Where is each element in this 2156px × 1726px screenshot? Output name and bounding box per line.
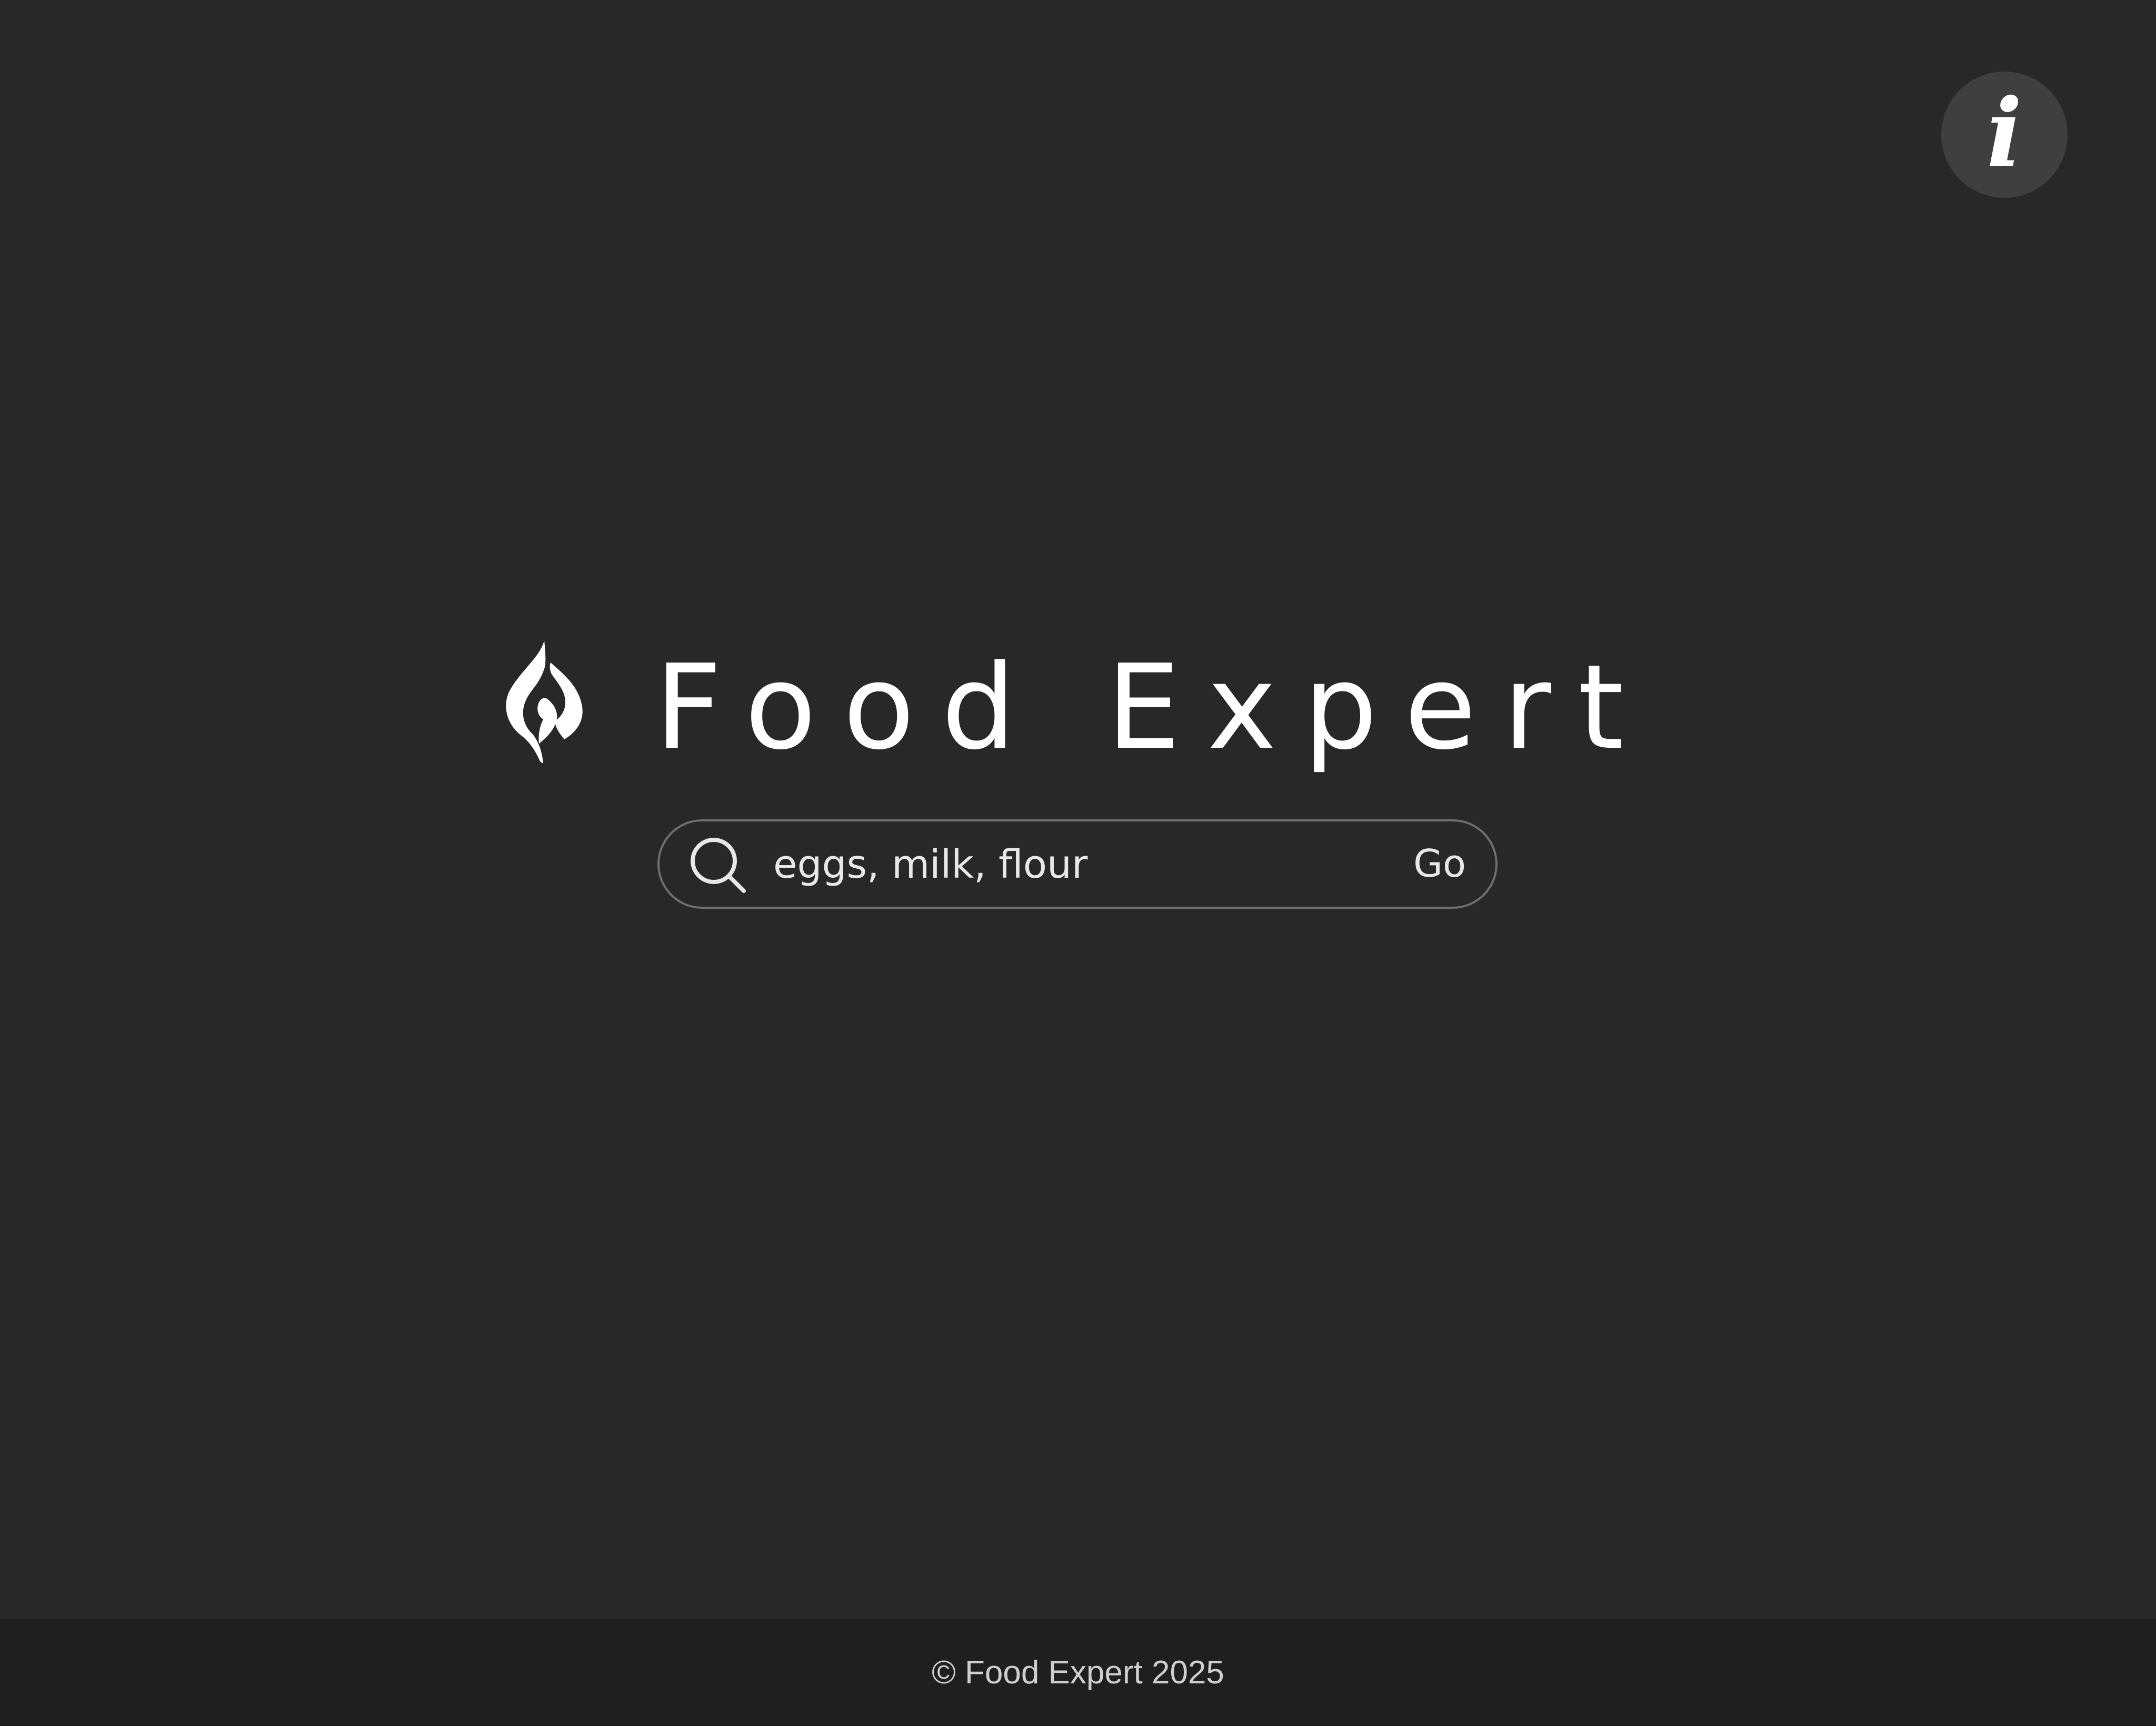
info-icon: i xyxy=(1987,78,2022,188)
go-button[interactable]: Go xyxy=(1413,837,1466,890)
flame-leaf-icon xyxy=(506,640,583,764)
brand-title: Food Expert xyxy=(655,640,1651,776)
info-button[interactable]: i xyxy=(1941,72,2068,198)
search-icon xyxy=(691,838,746,893)
search-bar: Go xyxy=(657,819,1498,909)
brand-header: Food Expert xyxy=(505,639,1653,776)
search-input[interactable] xyxy=(773,833,1352,896)
footer-copyright: © Food Expert 2025 xyxy=(932,1654,1224,1691)
footer: © Food Expert 2025 xyxy=(0,1619,2156,1726)
